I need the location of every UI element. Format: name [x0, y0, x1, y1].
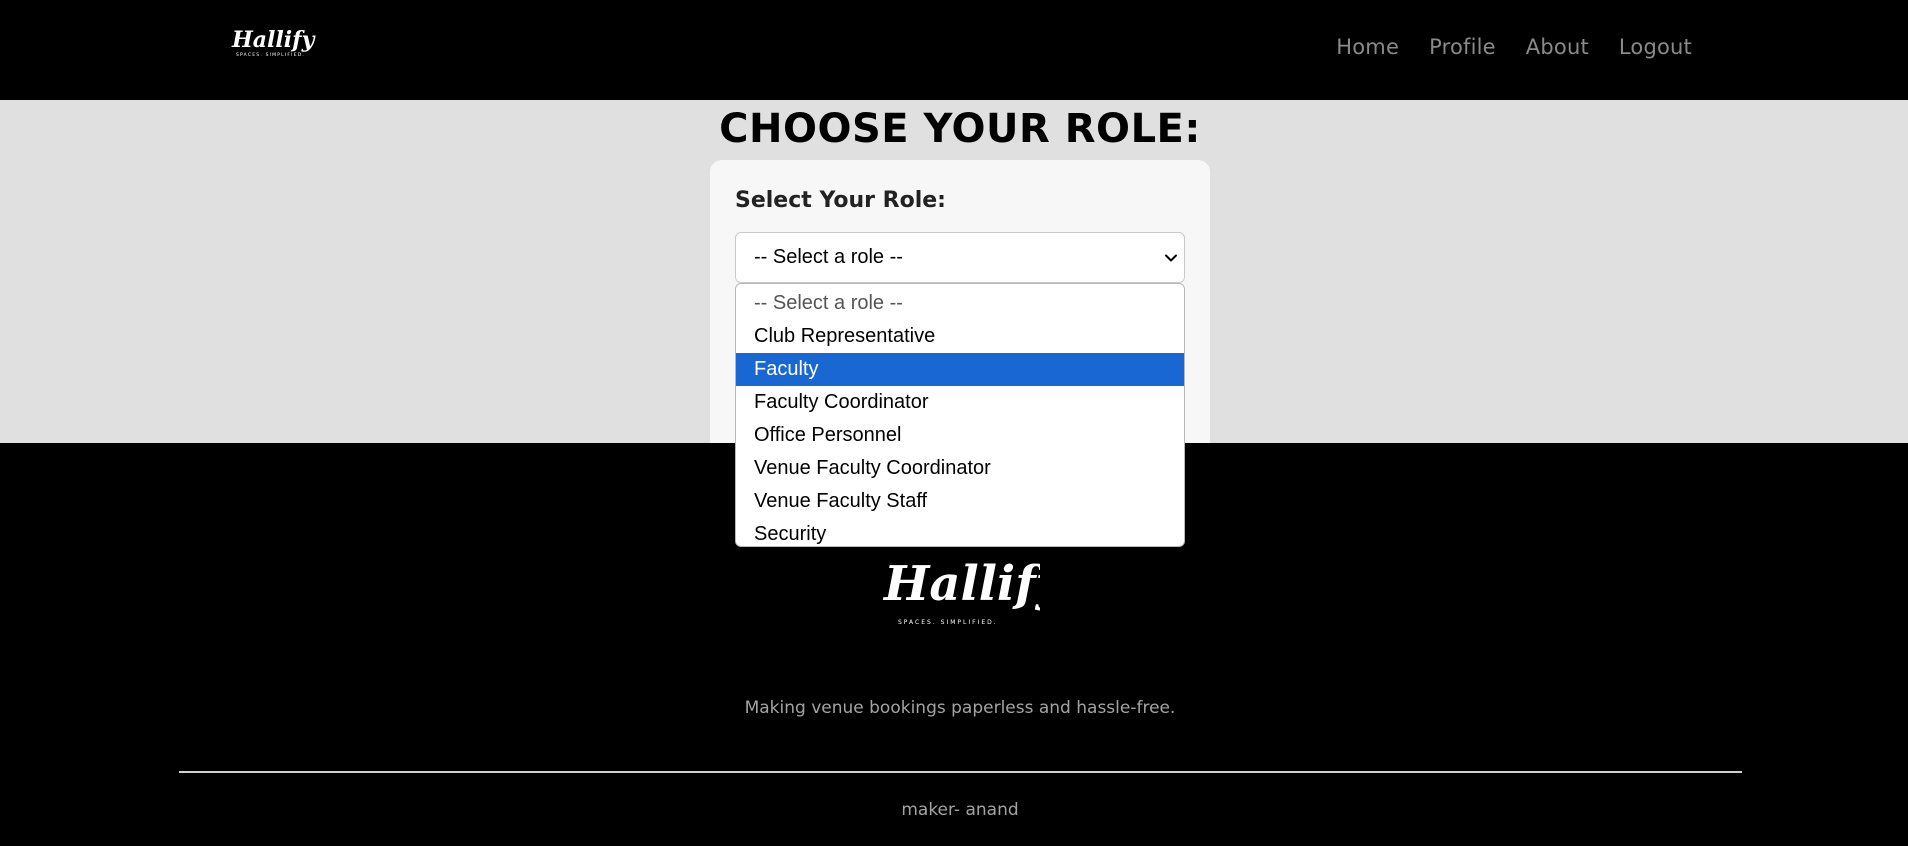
hallify-logo[interactable]: Hallify SPACES. SIMPLIFIED.	[228, 28, 338, 58]
footer-maker: maker- anand	[901, 800, 1019, 820]
role-select-value: -- Select a role --	[754, 246, 903, 268]
option-placeholder[interactable]: -- Select a role --	[736, 287, 1184, 320]
footer-divider	[179, 771, 1742, 773]
logo-tagline: SPACES. SIMPLIFIED.	[236, 52, 305, 58]
option-faculty[interactable]: Faculty	[736, 353, 1184, 386]
role-dropdown-list: -- Select a role -- Club Representative …	[735, 283, 1185, 547]
footer-logo-wordmark: Hallify	[882, 556, 1040, 612]
option-venue-faculty-coordinator[interactable]: Venue Faculty Coordinator	[736, 452, 1184, 485]
page-title: CHOOSE YOUR ROLE:	[719, 106, 1201, 152]
main-nav: Home Profile About Logout	[1336, 35, 1692, 59]
nav-about[interactable]: About	[1526, 35, 1589, 59]
nav-home[interactable]: Home	[1336, 35, 1399, 59]
role-label: Select Your Role:	[735, 188, 946, 213]
logo-wordmark: Hallify	[231, 28, 317, 53]
nav-profile[interactable]: Profile	[1429, 35, 1496, 59]
nav-logout[interactable]: Logout	[1619, 35, 1692, 59]
footer-logo-tagline: SPACES. SIMPLIFIED.	[898, 619, 998, 626]
role-select[interactable]: -- Select a role --	[735, 232, 1185, 283]
option-office-personnel[interactable]: Office Personnel	[736, 419, 1184, 452]
option-security[interactable]: Security	[736, 518, 1184, 546]
site-header: Hallify SPACES. SIMPLIFIED. Home Profile…	[0, 0, 1908, 100]
option-faculty-coordinator[interactable]: Faculty Coordinator	[736, 386, 1184, 419]
chevron-down-icon	[1165, 254, 1177, 262]
footer-hallify-logo: Hallify SPACES. SIMPLIFIED.	[882, 556, 1040, 626]
option-club-representative[interactable]: Club Representative	[736, 320, 1184, 353]
option-venue-faculty-staff[interactable]: Venue Faculty Staff	[736, 485, 1184, 518]
footer-tagline: Making venue bookings paperless and hass…	[744, 698, 1176, 718]
